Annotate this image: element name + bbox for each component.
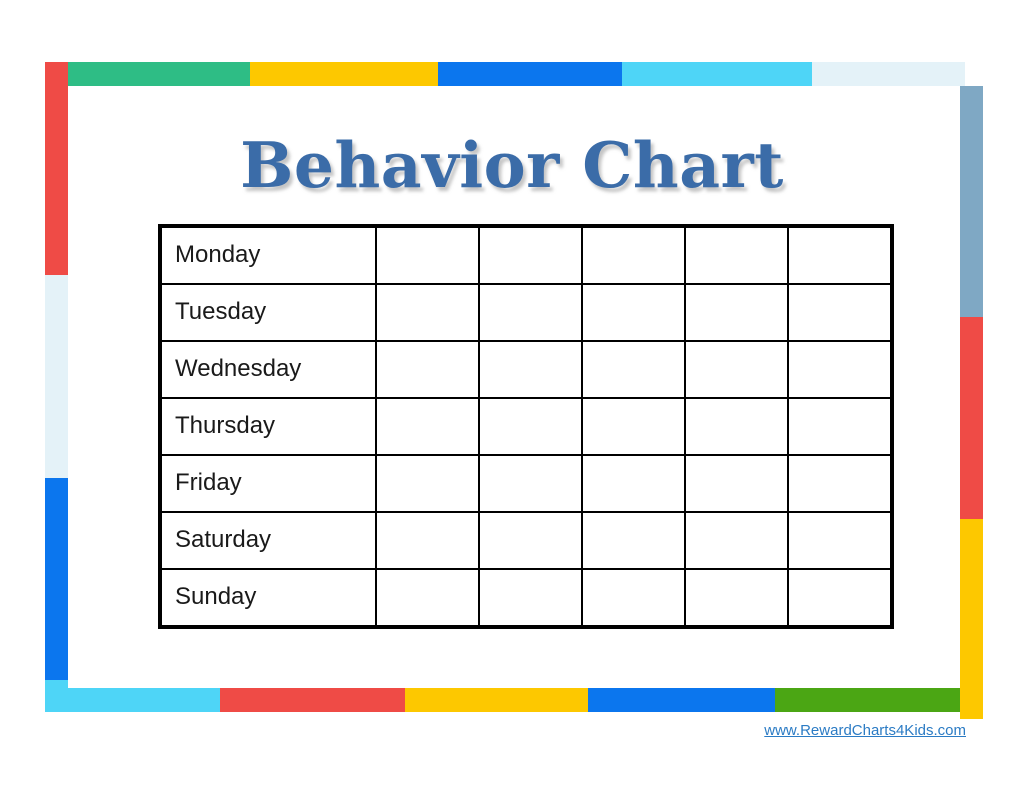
mark-cell[interactable] <box>375 283 480 342</box>
mark-cell[interactable] <box>581 568 686 628</box>
day-label-monday: Monday <box>159 225 377 285</box>
table-row: Sunday <box>159 568 893 628</box>
mark-cell[interactable] <box>787 454 893 513</box>
border-left-segment-pale-blue <box>45 275 68 478</box>
mark-cell[interactable] <box>787 340 893 399</box>
mark-cell[interactable] <box>375 511 480 570</box>
border-bottom-segment-yellow <box>405 688 588 712</box>
border-left-segment-blue <box>45 478 68 680</box>
border-left-segment-cyan <box>45 680 68 712</box>
day-label-thursday: Thursday <box>159 397 377 456</box>
mark-cell[interactable] <box>684 283 789 342</box>
day-label-tuesday: Tuesday <box>159 283 377 342</box>
border-bottom-segment-cyan <box>60 688 220 712</box>
mark-cell[interactable] <box>581 340 686 399</box>
border-bottom-segment-red <box>220 688 405 712</box>
mark-cell[interactable] <box>478 397 583 456</box>
mark-cell[interactable] <box>684 397 789 456</box>
page-title: Behavior Chart <box>240 128 784 202</box>
mark-cell[interactable] <box>375 454 480 513</box>
mark-cell[interactable] <box>478 454 583 513</box>
day-label-sunday: Sunday <box>159 568 377 628</box>
behavior-chart-body: Monday Tuesday Wednesday Thursday Friday Satu… <box>159 225 893 628</box>
mark-cell[interactable] <box>581 511 686 570</box>
mark-cell[interactable] <box>375 340 480 399</box>
mark-cell[interactable] <box>375 568 480 628</box>
mark-cell[interactable] <box>787 568 893 628</box>
day-label-wednesday: Wednesday <box>159 340 377 399</box>
mark-cell[interactable] <box>478 225 583 285</box>
border-top-segment-pale-blue <box>812 62 965 86</box>
mark-cell[interactable] <box>684 225 789 285</box>
mark-cell[interactable] <box>787 511 893 570</box>
mark-cell[interactable] <box>684 340 789 399</box>
table-row: Thursday <box>159 397 893 456</box>
table-row: Tuesday <box>159 283 893 342</box>
mark-cell[interactable] <box>787 283 893 342</box>
mark-cell[interactable] <box>684 568 789 628</box>
mark-cell[interactable] <box>478 568 583 628</box>
mark-cell[interactable] <box>581 454 686 513</box>
mark-cell[interactable] <box>478 283 583 342</box>
border-top-segment-cyan <box>622 62 812 86</box>
border-top-segment-blue <box>438 62 622 86</box>
mark-cell[interactable] <box>478 340 583 399</box>
border-bottom-segment-blue <box>588 688 775 712</box>
mark-cell[interactable] <box>787 397 893 456</box>
border-top-segment-green <box>68 62 250 86</box>
mark-cell[interactable] <box>478 511 583 570</box>
behavior-chart-page: Behavior Chart Monday Tuesday Wednesday Thu… <box>0 0 1024 791</box>
day-label-saturday: Saturday <box>159 511 377 570</box>
border-right-segment-yellow <box>960 519 983 719</box>
border-bottom-segment-green <box>775 688 960 712</box>
mark-cell[interactable] <box>787 225 893 285</box>
table-row: Friday <box>159 454 893 513</box>
table-row: Wednesday <box>159 340 893 399</box>
border-top-segment-yellow <box>250 62 438 86</box>
day-label-friday: Friday <box>159 454 377 513</box>
mark-cell[interactable] <box>581 283 686 342</box>
table-row: Saturday <box>159 511 893 570</box>
mark-cell[interactable] <box>581 225 686 285</box>
border-right-segment-red <box>960 317 983 519</box>
website-link[interactable]: www.RewardCharts4Kids.com <box>764 722 966 739</box>
mark-cell[interactable] <box>684 511 789 570</box>
table-row: Monday <box>159 225 893 285</box>
mark-cell[interactable] <box>375 397 480 456</box>
mark-cell[interactable] <box>684 454 789 513</box>
mark-cell[interactable] <box>581 397 686 456</box>
mark-cell[interactable] <box>375 225 480 285</box>
behavior-chart-table: Monday Tuesday Wednesday Thursday Friday Satu… <box>158 224 894 629</box>
